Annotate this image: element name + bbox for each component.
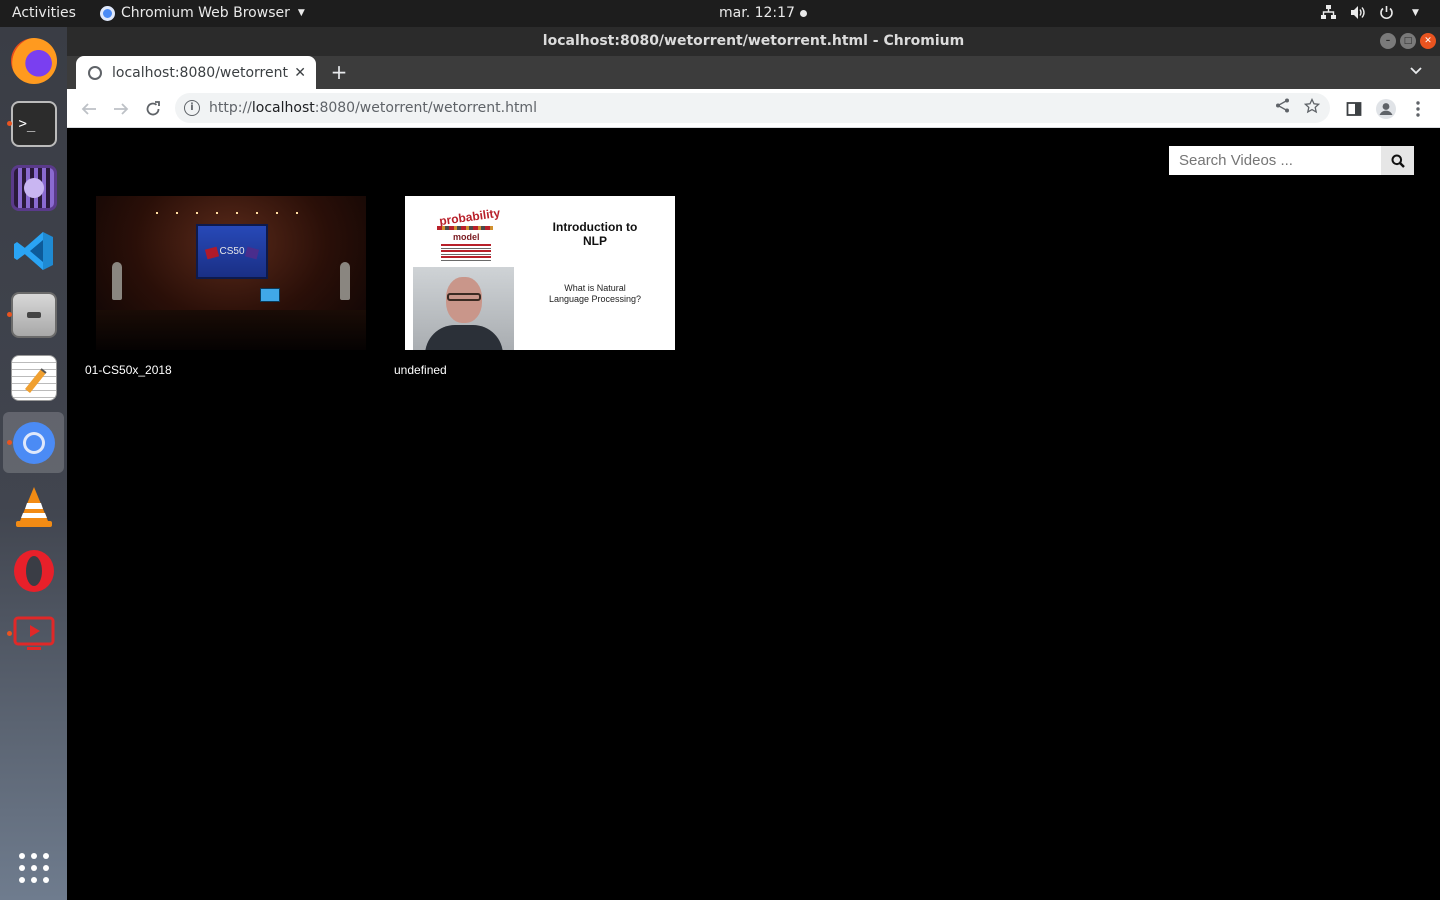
chevron-down-icon: ▼ — [297, 8, 305, 18]
clock-label: mar. 12:17 — [719, 5, 795, 21]
app-menu[interactable]: Chromium Web Browser ▼ — [100, 5, 305, 21]
dock-item-chromium[interactable] — [3, 412, 64, 473]
video-card[interactable]: probability model Introduction to NLP Wh… — [394, 196, 677, 377]
opera-icon — [11, 548, 57, 594]
activities-button[interactable]: Activities — [12, 5, 76, 21]
word-cloud: probability model — [435, 200, 501, 268]
app-menu-label: Chromium Web Browser — [121, 5, 290, 21]
volume-icon — [1349, 4, 1366, 21]
search-icon — [1391, 154, 1405, 168]
dock-item-screen-recorder[interactable] — [3, 603, 64, 664]
tab-strip: localhost:8080/wetorrent ✕ + — [67, 56, 1440, 89]
running-indicator — [7, 631, 12, 636]
system-top-bar: Activities Chromium Web Browser ▼ mar. 1… — [0, 0, 1440, 27]
new-tab-button[interactable]: + — [327, 60, 351, 84]
running-indicator — [7, 121, 12, 126]
share-icon[interactable] — [1275, 98, 1290, 118]
forward-button[interactable] — [109, 97, 133, 121]
window-title-bar[interactable]: localhost:8080/wetorrent/wetorrent.html … — [67, 27, 1440, 56]
chevron-down-icon: ▼ — [1412, 7, 1419, 18]
vscode-icon — [11, 228, 57, 274]
address-url: http://localhost:8080/wetorrent/wetorren… — [209, 100, 537, 116]
video-title[interactable]: 01-CS50x_2018 — [85, 363, 368, 377]
close-tab-button[interactable]: ✕ — [294, 65, 306, 81]
tab-search-button[interactable] — [1410, 64, 1422, 78]
show-applications-button[interactable] — [3, 837, 64, 898]
dock-item-vlc[interactable] — [3, 476, 64, 537]
bookmark-star-icon[interactable] — [1303, 97, 1321, 118]
maximize-button[interactable]: □ — [1400, 33, 1416, 49]
back-button[interactable] — [77, 97, 101, 121]
minimize-button[interactable]: – — [1380, 33, 1396, 49]
browser-toolbar: i http://localhost:8080/wetorrent/wetorr… — [67, 89, 1440, 128]
app-grid-icon — [11, 845, 57, 891]
search-button[interactable] — [1381, 146, 1414, 175]
presenter-video — [413, 267, 514, 350]
chromium-icon — [11, 420, 57, 466]
clock[interactable]: mar. 12:17 — [719, 5, 807, 21]
vlc-icon — [11, 484, 57, 530]
file-cabinet-icon — [10, 291, 57, 338]
video-thumbnail[interactable]: CS50 — [96, 196, 366, 350]
power-icon — [1378, 4, 1395, 21]
profile-button[interactable] — [1374, 97, 1398, 121]
tab-title: localhost:8080/wetorrent — [112, 64, 288, 81]
text-editor-icon — [10, 354, 57, 401]
more-menu-icon[interactable] — [1406, 97, 1430, 121]
dock-item-video-editor[interactable] — [3, 157, 64, 218]
dock-item-opera[interactable] — [3, 540, 64, 601]
search-input[interactable] — [1169, 146, 1381, 175]
address-bar[interactable]: i http://localhost:8080/wetorrent/wetorr… — [175, 93, 1330, 123]
browser-tab[interactable]: localhost:8080/wetorrent ✕ — [76, 56, 316, 89]
globe-icon — [88, 65, 102, 80]
screen-play-icon — [11, 611, 57, 657]
close-window-button[interactable]: ✕ — [1420, 33, 1436, 49]
dock-item-vscode[interactable] — [3, 220, 64, 281]
video-title[interactable]: undefined — [394, 363, 677, 377]
window-title: localhost:8080/wetorrent/wetorrent.html … — [542, 33, 965, 49]
slide-title: Introduction to NLP — [552, 220, 638, 248]
web-page: CS50 01-CS50x_2018 probability model Int… — [67, 128, 1440, 900]
dock-item-terminal[interactable]: >_ — [3, 93, 64, 154]
search-form — [1169, 146, 1414, 175]
dock: >_ — [0, 27, 67, 900]
stage-screen: CS50 — [196, 224, 268, 279]
video-card[interactable]: CS50 01-CS50x_2018 — [85, 196, 368, 377]
notification-dot-icon — [799, 9, 807, 17]
dock-item-text-editor[interactable] — [3, 347, 64, 408]
terminal-icon: >_ — [10, 100, 57, 147]
firefox-icon — [10, 37, 57, 84]
slide-subtitle: What is Natural Language Processing? — [548, 283, 642, 304]
running-indicator — [7, 312, 12, 317]
system-tray[interactable]: ▼ — [1320, 4, 1424, 21]
film-icon — [10, 164, 57, 211]
side-panel-button[interactable] — [1342, 97, 1366, 121]
video-thumbnail[interactable]: probability model Introduction to NLP Wh… — [405, 196, 675, 350]
chromium-icon — [100, 5, 115, 21]
running-indicator — [7, 440, 12, 445]
network-icon — [1320, 4, 1337, 21]
site-info-icon[interactable]: i — [184, 100, 200, 116]
reload-button[interactable] — [141, 97, 165, 121]
dock-item-firefox[interactable] — [3, 30, 64, 91]
dock-item-files[interactable] — [3, 284, 64, 345]
